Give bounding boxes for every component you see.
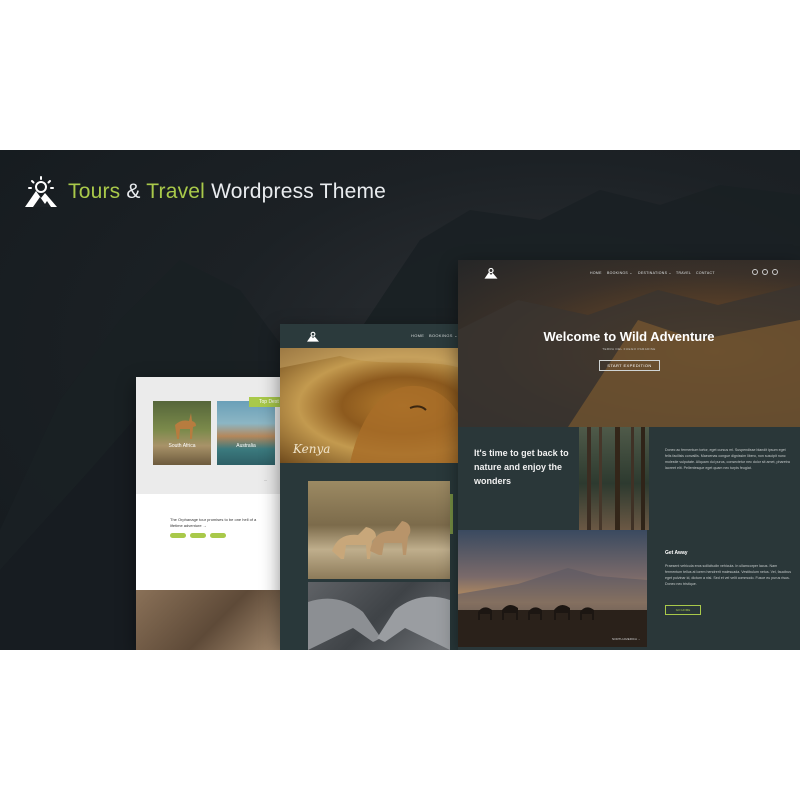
title-tours: Tours (68, 180, 121, 203)
navbar: HOME BOOKINGS ⌄ (280, 324, 460, 348)
destinations-strip: South Africa Australia Top Dest — (136, 377, 282, 494)
nav-destinations[interactable]: DESTINATIONS ⌄ (638, 271, 672, 275)
squirrel-photo (136, 590, 282, 650)
tree-trunks (587, 427, 645, 530)
go-home-button[interactable]: GO HOME (665, 605, 701, 615)
hero-section: HOME BOOKINGS ⌄ DESTINATIONS ⌄ TRAVEL CO… (458, 260, 800, 427)
destination-card-australia[interactable]: Australia (217, 401, 275, 465)
getaway-paragraph: Praesent vehicula eros sollicitudin vehi… (665, 564, 792, 586)
title-travel: Travel (146, 180, 206, 203)
lioness-silhouettes (332, 521, 411, 559)
mountain-sun-logo-icon (25, 176, 57, 207)
side-label (450, 494, 453, 534)
nav-home[interactable]: HOME (590, 271, 602, 275)
logo-icon[interactable] (484, 266, 498, 279)
preview-wild-adventure: HOME BOOKINGS ⌄ DESTINATIONS ⌄ TRAVEL CO… (458, 260, 800, 650)
brand-header: Tours & Travel Wordpress Theme (24, 176, 386, 208)
title-rest: Wordpress Theme (205, 180, 387, 203)
facebook-icon[interactable] (762, 269, 768, 275)
view-all-link[interactable]: — (264, 478, 267, 482)
rhino-silhouettes (308, 596, 450, 650)
start-expedition-button[interactable]: START EXPEDITION (599, 360, 660, 371)
instagram-icon[interactable] (772, 269, 778, 275)
tag-list (170, 533, 226, 538)
nav-home[interactable]: HOME (411, 333, 424, 338)
card-label: Australia (236, 443, 256, 449)
nav-bookings[interactable]: BOOKINGS ⌄ (607, 271, 633, 275)
forest-photo (579, 427, 649, 530)
tour-description: The Orphanage tour promises to be one he… (170, 517, 257, 528)
kenya-caption: Kenya (293, 442, 331, 456)
navbar: HOME BOOKINGS ⌄ DESTINATIONS ⌄ TRAVEL CO… (458, 260, 800, 282)
hero-subtitle: TERRA DEL FUEGO PARADISE (602, 347, 656, 351)
tag-pill[interactable] (210, 533, 226, 538)
hero-banner: Tours & Travel Wordpress Theme South Afr… (0, 150, 800, 650)
destination-card-south-africa[interactable]: South Africa (153, 401, 211, 465)
savanna-silhouette (458, 568, 647, 647)
rhino-photo (308, 582, 450, 650)
card-label: South Africa (168, 443, 196, 449)
gazelle-icon (175, 413, 196, 439)
lioness-photo (308, 481, 450, 579)
logo-icon[interactable] (306, 330, 320, 342)
page-title: Tours & Travel Wordpress Theme (68, 180, 386, 204)
tag-pill[interactable] (190, 533, 206, 538)
preview-kenya: HOME BOOKINGS ⌄ Kenya (280, 324, 460, 650)
nav-bookings[interactable]: BOOKINGS ⌄ (429, 333, 458, 338)
lion-photo: Kenya (280, 348, 460, 463)
nav-contact[interactable]: CONTACT (696, 271, 715, 275)
nav-travel[interactable]: TRAVEL (676, 271, 691, 275)
top-destinations-badge: Top Dest (249, 397, 282, 407)
image-caption[interactable]: NORTH AMERICA → (612, 637, 641, 641)
tagline: It's time to get back to nature and enjo… (474, 448, 569, 486)
getaway-title: Get Away (665, 550, 688, 556)
preview-destinations: South Africa Australia Top Dest — The Or… (136, 377, 282, 650)
hero-title: Welcome to Wild Adventure (543, 329, 715, 344)
title-amp: & (120, 180, 147, 203)
elephants-photo: NORTH AMERICA → (458, 530, 647, 647)
tag-pill[interactable] (170, 533, 186, 538)
twitter-icon[interactable] (752, 269, 758, 275)
intro-paragraph: Donec ac fermentum tortor, eget cursus m… (665, 448, 790, 470)
